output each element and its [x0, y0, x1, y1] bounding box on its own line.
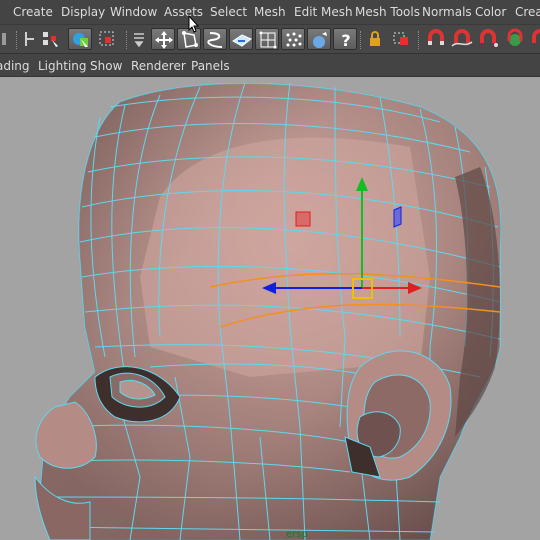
lock-icon[interactable] — [363, 28, 387, 50]
mouse-cursor — [188, 14, 200, 37]
lasso-icon[interactable] — [96, 28, 120, 50]
menu-edit-mesh[interactable]: Edit Mesh — [294, 5, 353, 19]
bridge-icon[interactable] — [203, 28, 227, 50]
status-line-toolbar: ? — [0, 24, 540, 54]
flat-shade-icon[interactable] — [229, 28, 253, 50]
select-hierarchy-icon[interactable] — [40, 28, 64, 50]
toolbar-separator — [418, 31, 421, 49]
menu-mesh-tools[interactable]: Mesh Tools — [355, 5, 420, 19]
panel-menu-panels[interactable]: Panels — [191, 59, 230, 73]
menu-normals[interactable]: Normals — [422, 5, 472, 19]
snap-plane-icon[interactable] — [528, 28, 540, 50]
magnet-curve-icon[interactable] — [450, 28, 474, 50]
panel-menu-shading[interactable]: ading — [0, 59, 30, 73]
select-object-icon[interactable] — [68, 28, 92, 50]
camera-label: ersp — [286, 529, 308, 540]
menu-mesh[interactable]: Mesh — [254, 5, 286, 19]
panel-menu-renderer[interactable]: Renderer — [131, 59, 186, 73]
manip-plane-handle-xy[interactable] — [295, 211, 311, 227]
help-icon[interactable]: ? — [333, 28, 357, 50]
menu-color[interactable]: Color — [475, 5, 506, 19]
toolbar-separator — [16, 31, 19, 49]
svg-text:?: ? — [341, 31, 350, 50]
magnet-snap-icon[interactable] — [424, 28, 448, 50]
panel-menu-show[interactable]: Show — [90, 59, 122, 73]
magnet-point-icon[interactable] — [476, 28, 500, 50]
wireframe-icon[interactable] — [255, 28, 279, 50]
soft-select-icon[interactable] — [307, 28, 331, 50]
snap-live-icon[interactable] — [503, 28, 527, 50]
select-component-icon[interactable] — [390, 28, 414, 50]
menu-display[interactable]: Display — [61, 5, 105, 19]
menu-create-truncated[interactable]: Creat — [515, 5, 540, 19]
main-menubar: Create Display Window Assets Select Mesh… — [0, 0, 540, 24]
move-tool-icon[interactable] — [151, 28, 175, 50]
menu-window[interactable]: Window — [110, 5, 157, 19]
toolbar-separator — [126, 31, 129, 49]
panel-menubar: ading Lighting Show Renderer Panels — [0, 55, 540, 77]
menu-select[interactable]: Select — [210, 5, 247, 19]
manip-plane-handle-yz[interactable] — [393, 206, 402, 228]
perspective-viewport[interactable]: ersp — [0, 77, 540, 540]
viewport-canvas[interactable]: ersp — [0, 77, 540, 540]
smooth-icon[interactable] — [281, 28, 305, 50]
panel-menu-lighting[interactable]: Lighting — [38, 59, 87, 73]
face-highlight — [140, 137, 430, 377]
menu-create[interactable]: Create — [13, 5, 53, 19]
